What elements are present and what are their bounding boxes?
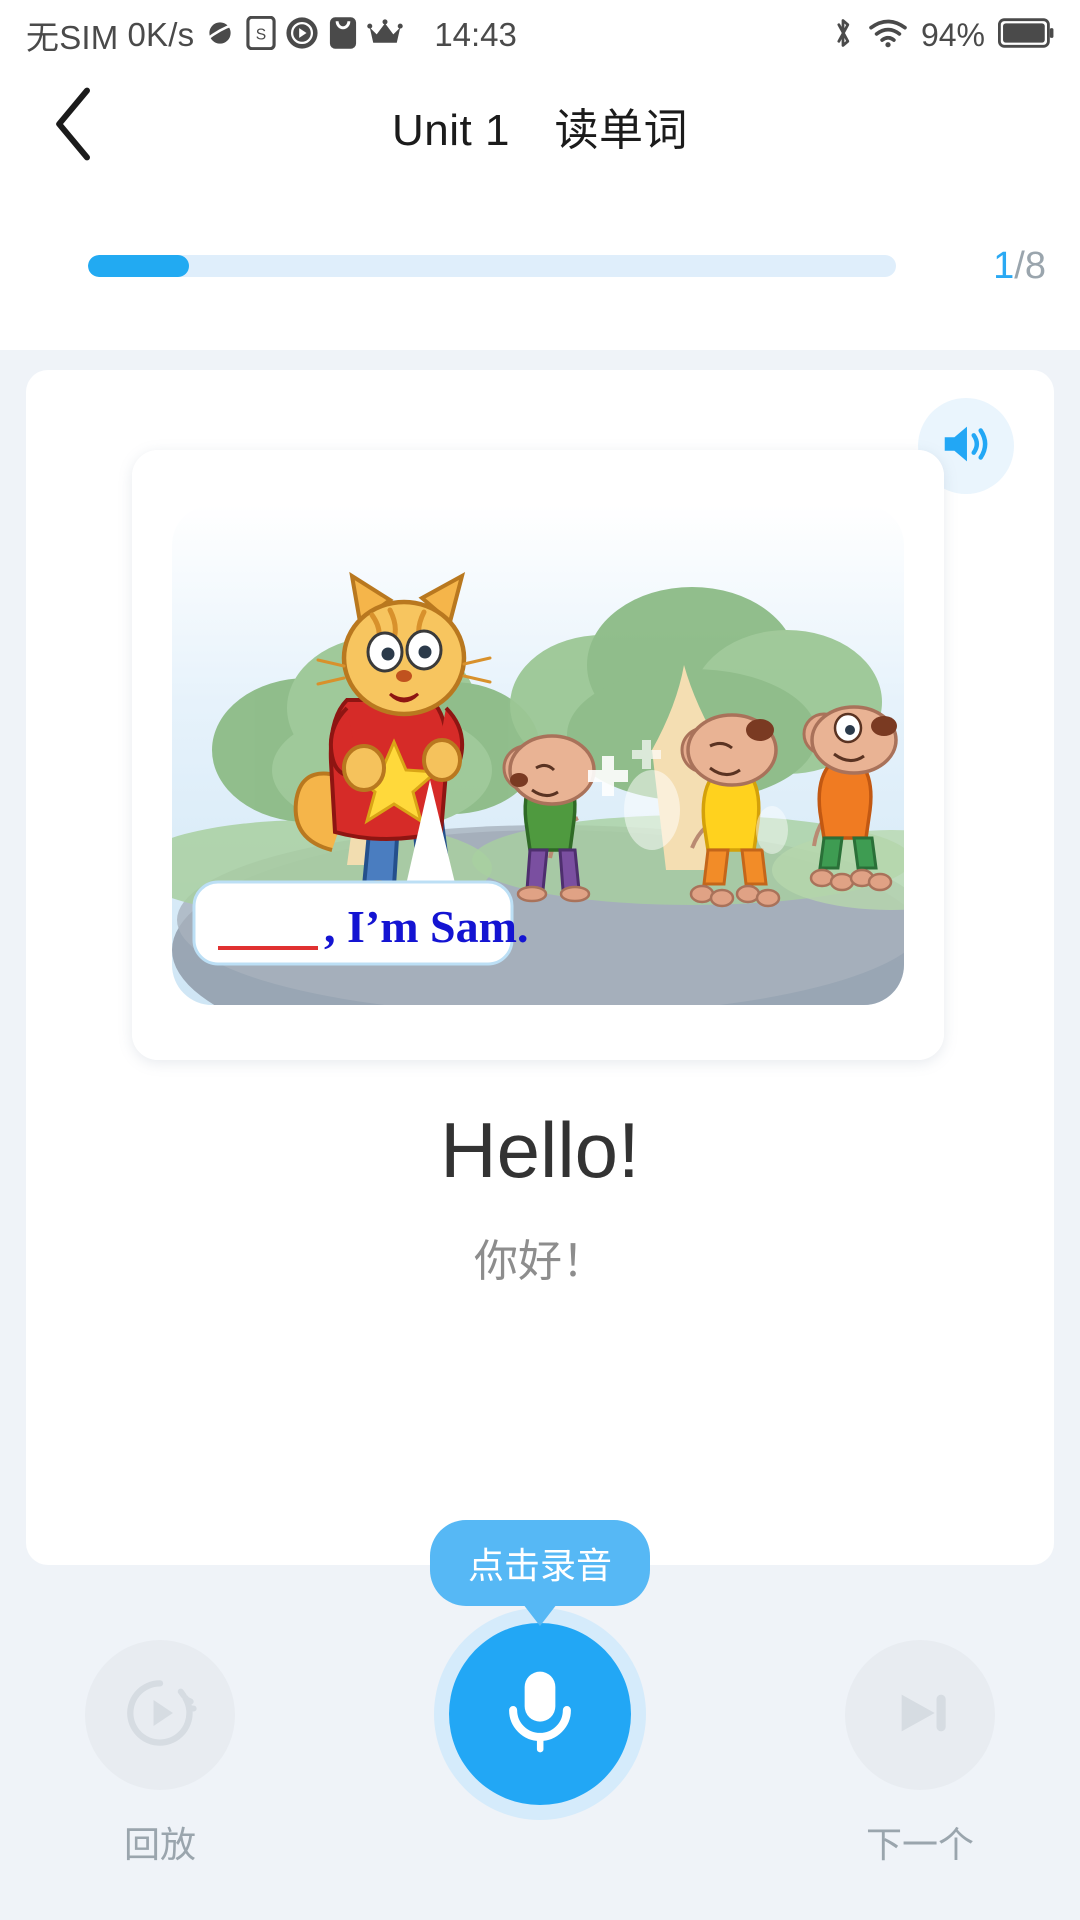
saturn-icon (203, 16, 237, 55)
progress-counter: 1/8 (930, 202, 1046, 331)
progress-section: 1/8 (0, 182, 1080, 350)
svg-text:, I’m Sam.: , I’m Sam. (324, 901, 528, 952)
play-circle-icon (285, 16, 319, 55)
crown-icon (367, 18, 404, 53)
skip-next-icon (887, 1680, 953, 1751)
page-header: Unit 1 读单词 (0, 70, 1080, 182)
illustration-card: , I’m Sam. (132, 450, 944, 1060)
s-badge-icon: S (246, 15, 276, 55)
progress-current: 1 (993, 244, 1015, 287)
next-button-label: 下一个 (865, 1824, 974, 1865)
clock-label: 14:43 (434, 16, 517, 53)
status-bar: 无SIM 0K/s S 14:43 94% (0, 0, 1080, 70)
network-speed-label: 0K/s (127, 16, 195, 53)
status-bar-right: 94% (831, 15, 1054, 56)
progress-total: /8 (1014, 244, 1046, 287)
play-progress-circle-icon (123, 1676, 197, 1755)
record-hint-tooltip: 点击录音 (429, 1520, 651, 1626)
illustration-image: , I’m Sam. (132, 450, 944, 1060)
speech-bubble: , I’m Sam. (192, 880, 528, 966)
word-card: , I’m Sam. Hello! 你好！ (26, 370, 1054, 1565)
carrier-label: 无SIM (26, 19, 119, 56)
battery-percent-label: 94% (920, 16, 985, 53)
speaker-wave-icon (937, 415, 995, 478)
back-button[interactable] (34, 86, 114, 166)
status-bar-left: 无SIM 0K/s S 14:43 (26, 11, 517, 59)
wifi-icon (868, 17, 908, 54)
word-text: Hello! (440, 1106, 640, 1194)
bluetooth-icon (831, 15, 855, 56)
app-screen: 无SIM 0K/s S 14:43 94% Unit 1 读单词 1/8 , I… (0, 0, 1080, 1920)
shopping-bag-icon (328, 16, 358, 55)
playback-button[interactable]: 回放 (30, 1640, 290, 1868)
page-title: Unit 1 读单词 (392, 106, 688, 155)
chevron-left-icon (47, 85, 101, 168)
next-button-circle (845, 1640, 995, 1790)
progress-fill (88, 255, 189, 277)
record-button[interactable] (434, 1608, 646, 1820)
playback-button-circle (85, 1640, 235, 1790)
next-button[interactable]: 下一个 (790, 1640, 1050, 1868)
svg-text:S: S (256, 26, 266, 43)
translation-text: 你好！ (474, 1237, 606, 1286)
record-button-circle (449, 1623, 631, 1805)
playback-button-label: 回放 (123, 1824, 196, 1865)
progress-track (88, 255, 896, 277)
microphone-icon (497, 1664, 583, 1765)
bottom-control-bar: 回放 下一个 (0, 1600, 1080, 1920)
battery-icon (998, 17, 1054, 53)
